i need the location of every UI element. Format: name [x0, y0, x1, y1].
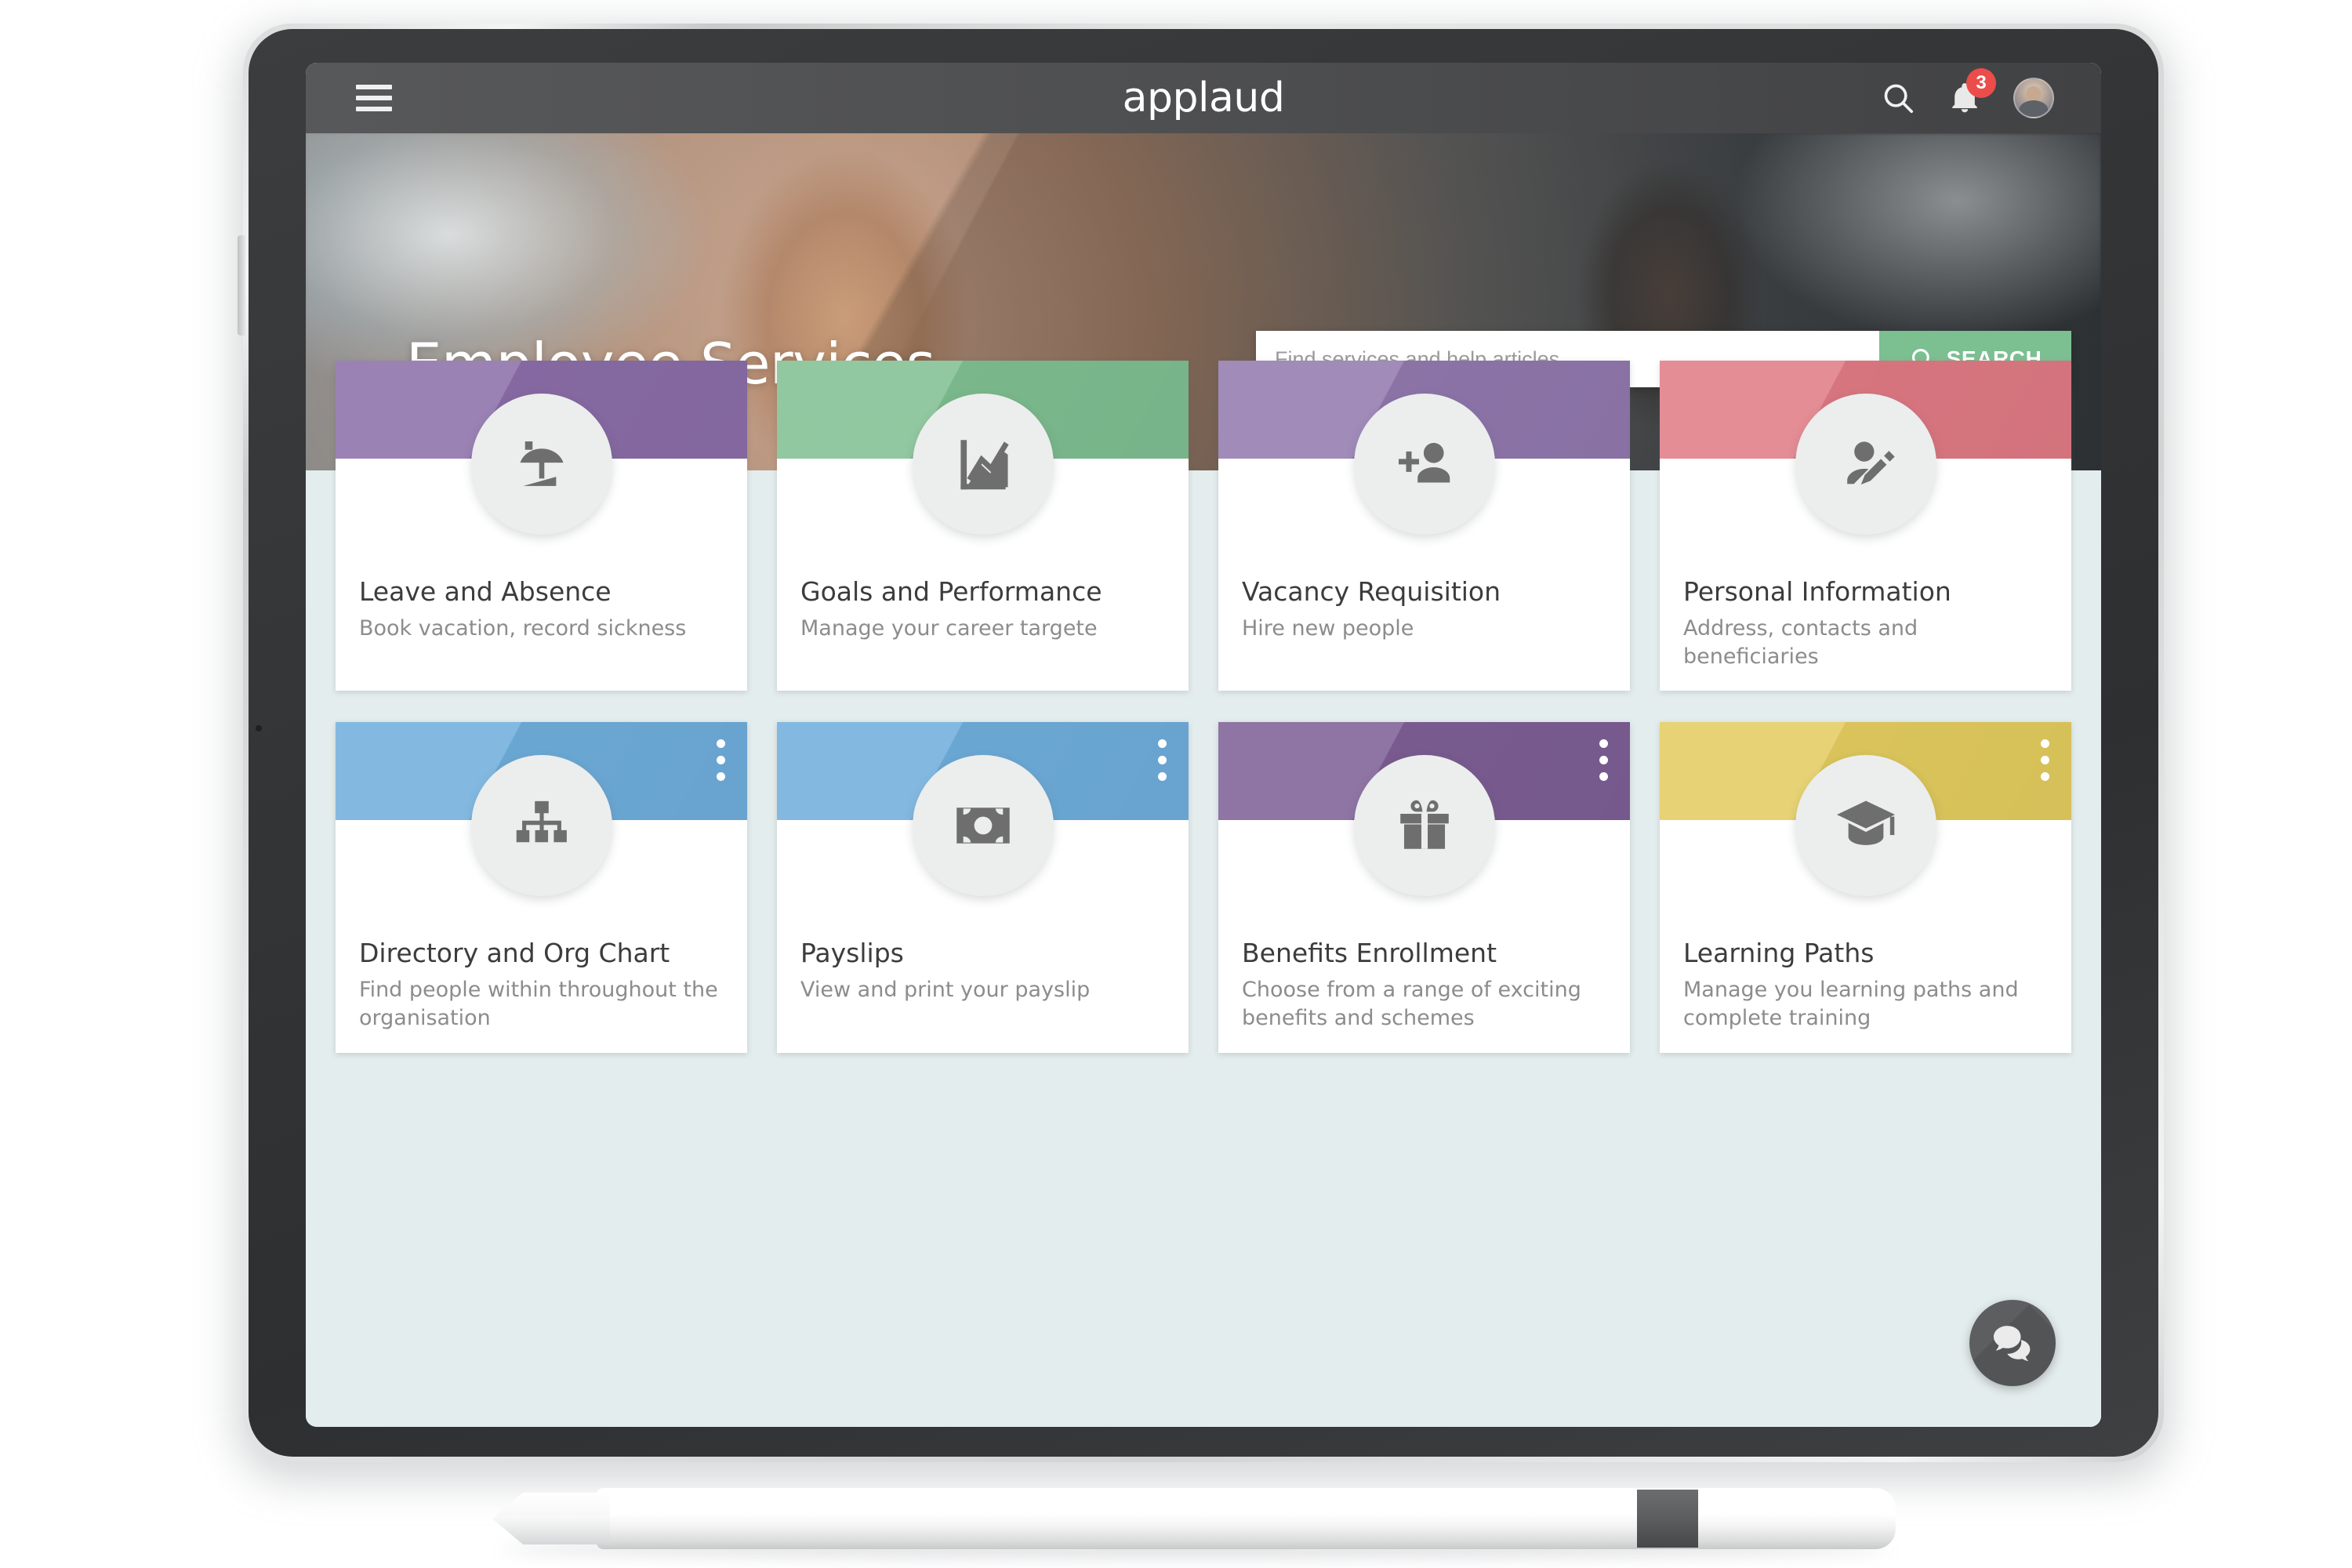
stylus-tip	[492, 1493, 610, 1544]
service-card[interactable]: Payslips View and print your payslip	[777, 722, 1189, 1053]
service-card[interactable]: Vacancy Requisition Hire new people	[1218, 361, 1630, 691]
beach-umbrella-icon	[470, 394, 612, 535]
service-card[interactable]: Benefits Enrollment Choose from a range o…	[1218, 722, 1630, 1053]
service-card-subtitle: Hire new people	[1242, 616, 1414, 641]
service-card[interactable]: Directory and Org Chart Find people withi…	[336, 722, 747, 1053]
services-content-area: Leave and Absence Book vacation, record s…	[306, 361, 2101, 1427]
add-person-icon	[1353, 394, 1495, 535]
service-card-title: Personal Information	[1683, 576, 1951, 607]
service-card-grid: Leave and Absence Book vacation, record s…	[336, 361, 2071, 1053]
chat-support-button[interactable]	[1969, 1300, 2056, 1386]
service-card[interactable]: Learning Paths Manage you learning paths …	[1660, 722, 2071, 1053]
gift-icon	[1353, 755, 1495, 897]
service-card-subtitle: View and print your payslip	[800, 978, 1091, 1003]
hamburger-menu-icon[interactable]	[356, 85, 392, 111]
card-overflow-menu-icon[interactable]	[1599, 739, 1608, 782]
org-chart-icon	[470, 755, 612, 897]
service-card-title: Learning Paths	[1683, 938, 1875, 969]
service-card-subtitle: Manage you learning paths and complete t…	[1683, 978, 2019, 1030]
card-overflow-menu-icon[interactable]	[1158, 739, 1167, 782]
card-overflow-menu-icon[interactable]	[717, 739, 725, 782]
service-card-subtitle: Manage your career targete	[800, 616, 1098, 641]
screenshot-stage: applaud 3 Employee S	[0, 0, 2352, 1568]
user-avatar[interactable]	[2013, 78, 2054, 118]
line-chart-icon	[912, 394, 1054, 535]
graduation-cap-icon	[1795, 755, 1936, 897]
chat-bubbles-icon	[1993, 1326, 2031, 1362]
service-card-title: Vacancy Requisition	[1242, 576, 1501, 607]
app-brand-logo: applaud	[1122, 74, 1285, 122]
top-bar-actions: 3	[1880, 68, 2054, 118]
service-card-subtitle: Choose from a range of exciting benefits…	[1242, 978, 1581, 1030]
service-card-title: Benefits Enrollment	[1242, 938, 1497, 969]
banknote-icon	[912, 755, 1054, 897]
service-card[interactable]: Leave and Absence Book vacation, record s…	[336, 361, 747, 691]
service-card[interactable]: Personal Information Address, contacts an…	[1660, 361, 2071, 691]
service-card-title: Directory and Org Chart	[359, 938, 670, 969]
card-overflow-menu-icon[interactable]	[2041, 739, 2049, 782]
stylus-pen	[492, 1488, 1896, 1549]
service-card-title: Goals and Performance	[800, 576, 1102, 607]
notification-bell-icon[interactable]: 3	[1947, 68, 1996, 115]
app-top-bar: applaud 3	[306, 63, 2101, 133]
tablet-side-button[interactable]	[238, 235, 245, 336]
service-card-title: Leave and Absence	[359, 576, 612, 607]
service-card[interactable]: Goals and Performance Manage your career …	[777, 361, 1189, 691]
service-card-subtitle: Book vacation, record sickness	[359, 616, 687, 641]
service-card-title: Payslips	[800, 938, 904, 969]
tablet-camera-dot	[256, 725, 262, 731]
search-icon[interactable]	[1880, 80, 1916, 116]
edit-person-icon	[1795, 394, 1936, 535]
service-card-subtitle: Find people within throughout the organi…	[359, 978, 718, 1030]
tablet-screen: applaud 3 Employee S	[306, 63, 2101, 1427]
notification-count-badge: 3	[1966, 68, 1996, 98]
service-card-subtitle: Address, contacts and beneficiaries	[1683, 616, 1918, 669]
stylus-band	[1637, 1490, 1698, 1548]
